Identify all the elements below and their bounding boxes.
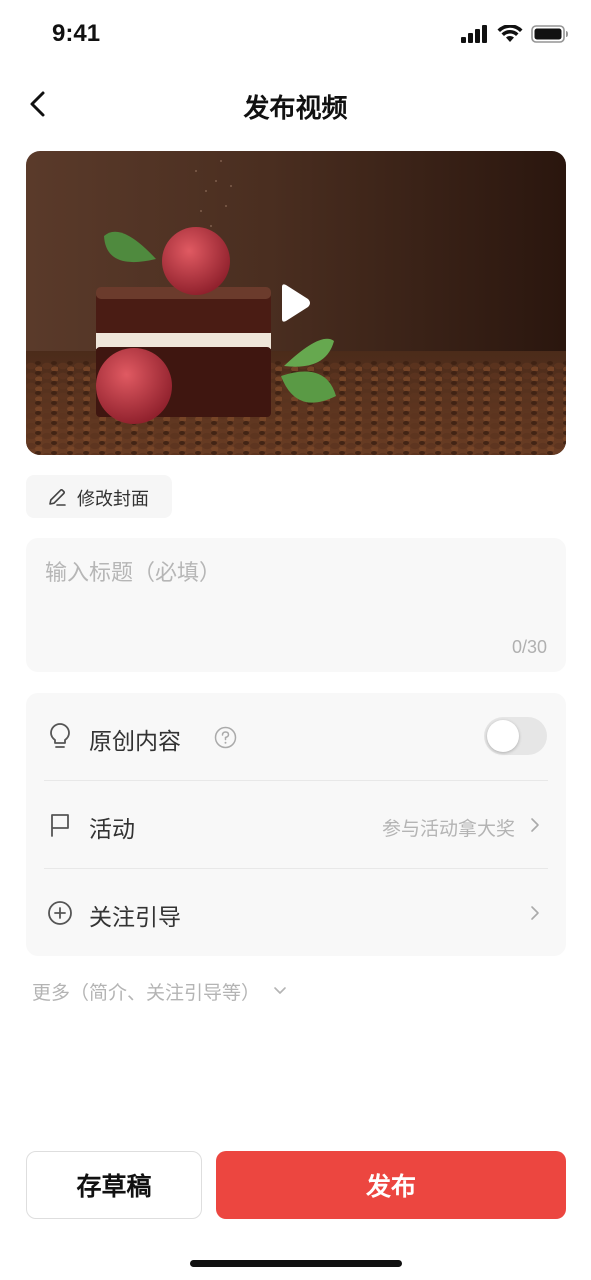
- activity-label: 活动: [89, 817, 135, 843]
- chevron-right-icon: [531, 906, 539, 920]
- chevron-right-icon: [531, 818, 539, 832]
- question-circle-icon[interactable]: [214, 726, 237, 749]
- original-content-label: 原创内容: [89, 729, 181, 755]
- edit-cover-button[interactable]: 修改封面: [26, 475, 172, 518]
- activity-row[interactable]: 活动 参与活动拿大奖: [26, 781, 566, 869]
- more-options-toggle[interactable]: 更多（简介、关注引导等）: [32, 977, 288, 1005]
- follow-guide-label: 关注引导: [89, 905, 181, 931]
- signal-icon: [461, 25, 487, 43]
- toggle-knob: [487, 720, 519, 752]
- edit-cover-label: 修改封面: [77, 489, 149, 510]
- video-cover[interactable]: [26, 151, 566, 455]
- publish-button[interactable]: 发布: [216, 1151, 566, 1219]
- options-card: 原创内容 活动 参与活动拿大奖 关注引导: [26, 693, 566, 956]
- play-button[interactable]: [274, 281, 314, 325]
- page-title: 发布视频: [243, 94, 348, 124]
- status-time: 9:41: [52, 20, 101, 47]
- original-content-row: 原创内容: [26, 693, 566, 781]
- follow-guide-row[interactable]: 关注引导: [26, 869, 566, 957]
- wifi-icon: [497, 25, 523, 42]
- battery-icon: [531, 25, 568, 43]
- status-bar: 9:41: [0, 0, 591, 72]
- original-content-toggle[interactable]: [484, 717, 547, 755]
- flag-icon: [51, 814, 69, 837]
- play-icon: [282, 284, 310, 322]
- more-options-label: 更多（简介、关注引导等）: [32, 981, 261, 1004]
- activity-hint: 参与活动拿大奖: [381, 818, 515, 840]
- status-icons: [461, 25, 569, 43]
- nav-bar: 发布视频: [0, 72, 591, 136]
- plus-circle-icon: [48, 901, 72, 925]
- pencil-icon: [49, 489, 66, 506]
- title-input[interactable]: [45, 558, 525, 588]
- save-draft-button[interactable]: 存草稿: [26, 1151, 202, 1219]
- home-indicator: [190, 1260, 402, 1267]
- chevron-down-icon: [274, 987, 286, 994]
- lightbulb-icon: [50, 723, 70, 748]
- title-field[interactable]: 0/30: [26, 538, 566, 672]
- title-char-counter: 0/30: [511, 637, 547, 657]
